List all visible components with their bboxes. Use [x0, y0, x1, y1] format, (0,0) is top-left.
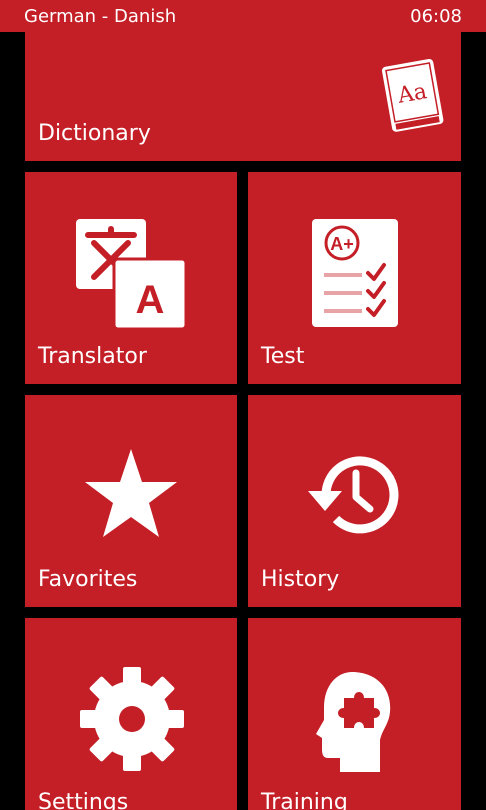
tile-test[interactable]: A+ Test	[248, 172, 461, 384]
app-title: German - Danish	[24, 6, 177, 27]
tile-dictionary[interactable]: Aa Dictionary	[25, 30, 461, 161]
svg-text:A: A	[136, 278, 165, 322]
tile-translator[interactable]: A Translator	[25, 172, 237, 384]
svg-text:A+: A+	[330, 234, 354, 254]
tile-label-test: Test	[261, 344, 305, 369]
gear-icon	[79, 666, 185, 772]
tile-training[interactable]: Training	[248, 618, 461, 810]
tile-label-favorites: Favorites	[38, 567, 138, 592]
tile-label-translator: Translator	[38, 344, 147, 369]
tile-history[interactable]: History	[248, 395, 461, 607]
tile-settings[interactable]: Settings	[25, 618, 237, 810]
tile-label-settings: Settings	[38, 790, 129, 810]
svg-text:Aa: Aa	[395, 79, 429, 109]
star-icon	[83, 447, 179, 539]
dictionary-book-icon: Aa	[375, 52, 455, 142]
clock: 06:08	[410, 6, 462, 27]
tile-label-dictionary: Dictionary	[38, 121, 151, 146]
test-clipboard-icon: A+	[310, 217, 400, 329]
history-clock-icon	[306, 447, 402, 543]
tile-favorites[interactable]: Favorites	[25, 395, 237, 607]
brain-puzzle-icon	[316, 668, 396, 776]
tile-label-history: History	[261, 567, 340, 592]
translator-icon: A	[74, 217, 189, 329]
tile-label-training: Training	[261, 790, 348, 810]
status-bar: German - Danish 06:08	[0, 0, 486, 32]
